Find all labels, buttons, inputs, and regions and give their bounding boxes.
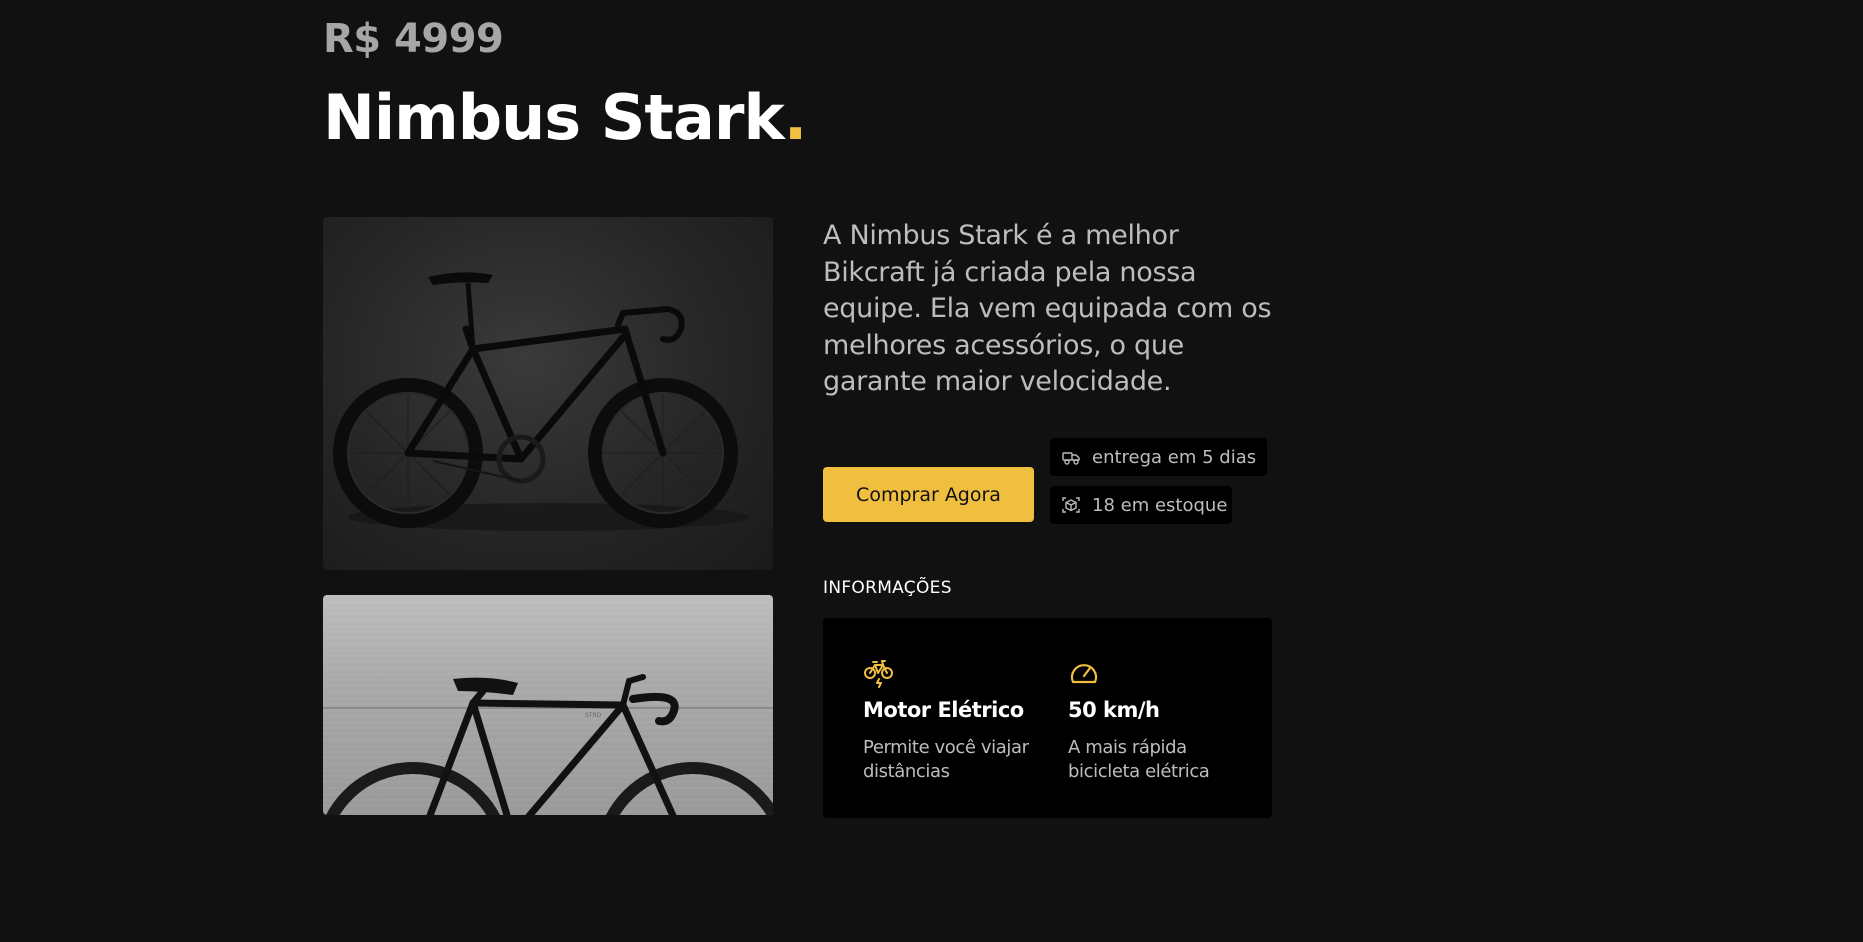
feature-title: 50 km/h: [1068, 698, 1160, 722]
product-title-dot: .: [783, 81, 808, 154]
product-description: A Nimbus Stark é a melhor Bikcraft já cr…: [823, 220, 1272, 397]
delivery-truck-icon: [1060, 446, 1082, 468]
stock-label: 18 em estoque: [1092, 494, 1228, 516]
info-card: Motor Elétrico Permite você viajar distâ…: [823, 618, 1272, 818]
road-bike-illustration: [333, 272, 748, 531]
delivery-label: entrega em 5 dias: [1092, 446, 1257, 468]
feature-text: A mais rápida bicicleta elétrica: [1068, 737, 1210, 782]
electric-bike-icon: [863, 658, 895, 688]
buy-now-button[interactable]: Comprar Agora: [823, 467, 1034, 522]
product-photo-main[interactable]: [323, 217, 773, 570]
feature-electric-motor: Motor Elétrico Permite você viajar distâ…: [863, 658, 1033, 784]
speedometer-icon: [1068, 658, 1100, 688]
fixed-gear-bike-illustration: STRD: [325, 674, 773, 815]
stock-tag: 18 em estoque: [1050, 486, 1232, 524]
feature-speed: 50 km/h A mais rápida bicicleta elétrica: [1068, 658, 1238, 784]
package-box-icon: [1060, 494, 1082, 516]
product-title-text: Nimbus Stark: [323, 81, 785, 154]
product-photo-secondary[interactable]: STRD: [323, 595, 773, 815]
feature-text: Permite você viajar distâncias: [863, 737, 1029, 782]
product-price: R$ 4999: [323, 16, 504, 62]
delivery-tag: entrega em 5 dias: [1050, 438, 1267, 476]
svg-text:STRD: STRD: [585, 712, 602, 719]
product-page: R$ 4999 Nimbus Stark. STRD A Nimbus Star…: [0, 0, 1568, 818]
feature-title: Motor Elétrico: [863, 698, 1024, 722]
info-heading: INFORMAÇÕES: [823, 578, 952, 598]
product-title: Nimbus Stark.: [323, 78, 808, 158]
